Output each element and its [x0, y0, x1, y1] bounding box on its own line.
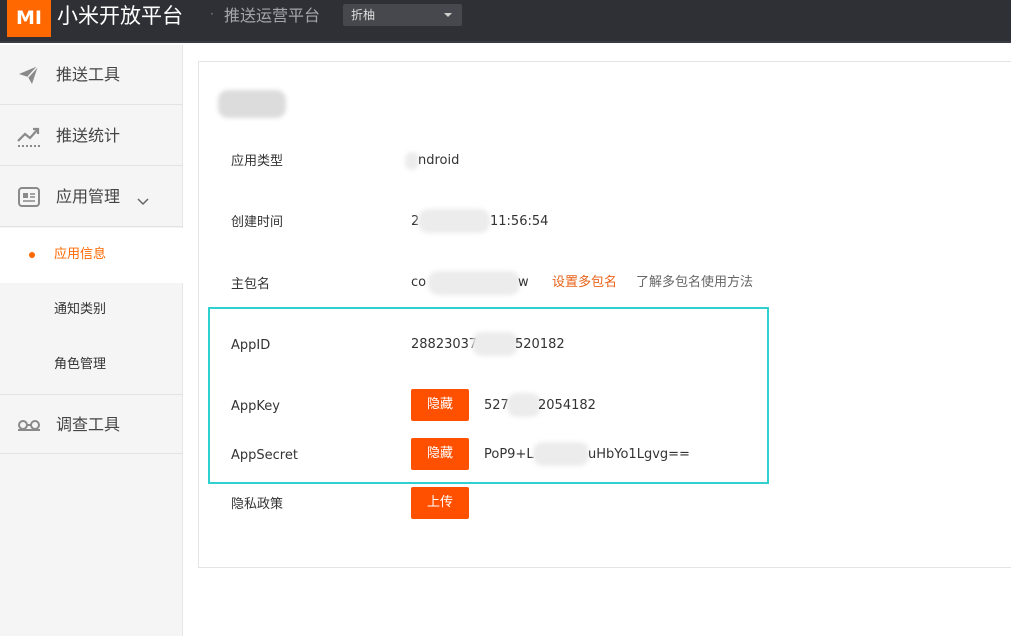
sub-brand-title: 推送运营平台	[224, 6, 321, 25]
chevron-down-icon	[137, 191, 149, 210]
sidebar-subitem-app-info[interactable]: 应用信息	[0, 228, 183, 283]
sidebar-subitem-label: 通知类别	[54, 302, 107, 317]
redaction-mark	[428, 271, 520, 295]
glasses-icon	[17, 413, 41, 437]
sidebar-subitem-label: 角色管理	[54, 357, 107, 372]
collapse-select[interactable]: 折柚	[343, 4, 462, 26]
set-multi-package-link[interactable]: 设置多包名	[552, 274, 617, 292]
top-bar: MI 小米开放平台 · 推送运营平台 折柚	[0, 0, 1011, 43]
sidebar-item-app-management[interactable]: 应用管理	[0, 167, 183, 227]
app-card-icon	[17, 185, 41, 209]
sidebar-item-label: 推送统计	[56, 126, 121, 145]
upload-privacy-button[interactable]: 上传	[411, 487, 469, 519]
sidebar: 推送工具 推送统计 应用管理 应用信息 通知类别 角色管理 调查工具	[0, 45, 183, 636]
active-bullet-icon	[29, 252, 35, 258]
redaction-mark	[405, 152, 419, 170]
header-separator: ·	[210, 7, 214, 21]
sidebar-item-label: 应用管理	[56, 187, 121, 206]
appkey-suffix: 2054182	[538, 398, 596, 413]
sidebar-item-push-tools[interactable]: 推送工具	[0, 45, 183, 105]
sidebar-item-survey-tools[interactable]: 调查工具	[0, 394, 183, 454]
sidebar-subitem-role-management[interactable]: 角色管理	[0, 338, 183, 393]
appid-label: AppID	[231, 338, 271, 353]
created-time-label: 创建时间	[231, 215, 284, 230]
sidebar-item-label: 推送工具	[56, 65, 121, 84]
chevron-down-icon	[444, 13, 452, 17]
collapse-select-label: 折柚	[351, 8, 376, 22]
app-type-value: ndroid	[418, 153, 460, 168]
created-time-suffix: 11:56:54	[490, 214, 549, 229]
appid-suffix: 520182	[515, 337, 565, 352]
redaction-mark	[418, 209, 490, 233]
trend-chart-icon	[17, 124, 41, 148]
redaction-mark	[472, 332, 518, 356]
appsecret-label: AppSecret	[231, 448, 298, 463]
package-name-label: 主包名	[231, 277, 271, 292]
app-type-label: 应用类型	[231, 154, 284, 169]
redaction-mark	[533, 442, 589, 466]
privacy-policy-label: 隐私政策	[231, 497, 284, 512]
mi-logo[interactable]: MI	[7, 0, 51, 37]
hide-appkey-button[interactable]: 隐藏	[411, 389, 469, 421]
sidebar-subitem-notification-category[interactable]: 通知类别	[0, 283, 183, 338]
hide-appsecret-button[interactable]: 隐藏	[411, 438, 469, 470]
appkey-prefix: 527	[484, 398, 509, 413]
multi-package-help-link[interactable]: 了解多包名使用方法	[636, 274, 753, 292]
appid-prefix: 28823037	[411, 337, 478, 352]
appsecret-prefix: PoP9+L	[484, 447, 534, 462]
appkey-label: AppKey	[231, 399, 280, 414]
appsecret-suffix: uHbYo1Lgvg==	[588, 447, 690, 462]
package-name-prefix: co	[411, 275, 427, 290]
sidebar-item-label: 调查工具	[56, 415, 121, 434]
paper-plane-icon	[17, 63, 41, 87]
sidebar-item-push-stats[interactable]: 推送统计	[0, 106, 183, 166]
redaction-mark	[507, 393, 541, 417]
package-name-suffix: w	[518, 275, 529, 290]
brand-title[interactable]: 小米开放平台	[57, 2, 183, 30]
blurred-app-name	[218, 90, 286, 118]
sidebar-subitem-label: 应用信息	[54, 247, 107, 262]
